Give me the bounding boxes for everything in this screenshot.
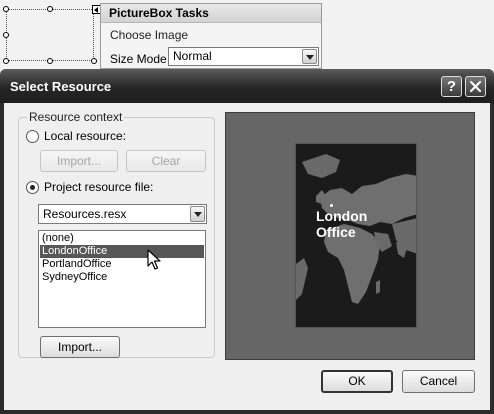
import-local-button[interactable]: Import... — [40, 150, 118, 172]
list-item[interactable]: PortlandOffice — [40, 258, 204, 271]
resize-handle[interactable] — [3, 32, 9, 38]
dialog-title-bar[interactable]: Select Resource ? — [0, 69, 494, 103]
import-project-button[interactable]: Import... — [40, 336, 120, 358]
form-designer-surface: PictureBox Tasks Choose Image Size Mode … — [0, 0, 494, 80]
resize-handle[interactable] — [91, 58, 97, 64]
radio-button[interactable] — [26, 129, 39, 143]
help-button[interactable]: ? — [441, 76, 462, 97]
resource-context-label: Resource context — [27, 110, 125, 124]
size-mode-dropdown[interactable]: Normal — [168, 47, 319, 66]
resource-file-dropdown[interactable]: Resources.resx — [38, 204, 207, 224]
close-icon — [469, 80, 482, 93]
size-mode-value: Normal — [173, 49, 212, 63]
project-resource-radio[interactable]: Project resource file: — [26, 180, 153, 194]
close-button[interactable] — [465, 76, 486, 97]
chevron-down-icon[interactable] — [302, 49, 317, 64]
london-marker — [330, 204, 333, 207]
list-item[interactable]: (none) — [40, 232, 204, 245]
help-icon: ? — [446, 78, 457, 95]
image-preview-panel: London Office — [225, 112, 475, 360]
picturebox-tasks-panel: PictureBox Tasks Choose Image Size Mode … — [100, 3, 322, 69]
picturebox-selection[interactable] — [6, 9, 94, 61]
list-item[interactable]: SydneyOffice — [40, 271, 204, 284]
dialog-client-area: Resource context Local resource: Import.… — [4, 103, 490, 410]
cancel-button[interactable]: Cancel — [402, 370, 475, 393]
project-resource-label: Project resource file: — [44, 180, 154, 194]
caption-line-1: London — [316, 208, 368, 224]
local-resource-label: Local resource: — [44, 129, 127, 143]
clear-button[interactable]: Clear — [126, 150, 206, 172]
caption-line-2: Office — [316, 224, 356, 240]
mouse-pointer-icon — [147, 249, 161, 270]
chevron-down-icon[interactable] — [190, 206, 205, 222]
resource-file-value: Resources.resx — [43, 207, 127, 221]
resize-handle[interactable] — [3, 6, 9, 12]
local-resource-radio[interactable]: Local resource: — [26, 129, 126, 143]
resource-listbox[interactable]: (none) LondonOffice PortlandOffice Sydne… — [38, 230, 206, 328]
dialog-title: Select Resource — [10, 79, 112, 94]
size-mode-label: Size Mode — [110, 52, 167, 66]
radio-button-checked[interactable] — [26, 180, 39, 194]
choose-image-link[interactable]: Choose Image — [110, 28, 188, 42]
resize-handle[interactable] — [3, 58, 9, 64]
preview-image: London Office — [295, 143, 417, 328]
list-item-selected[interactable]: LondonOffice — [40, 245, 204, 258]
image-caption: London Office — [316, 208, 367, 240]
tasks-panel-title: PictureBox Tasks — [101, 4, 321, 23]
resize-handle[interactable] — [47, 58, 53, 64]
resize-handle[interactable] — [47, 6, 53, 12]
select-resource-dialog: Select Resource ? Resource context Local… — [0, 69, 494, 414]
ok-button[interactable]: OK — [321, 370, 393, 393]
